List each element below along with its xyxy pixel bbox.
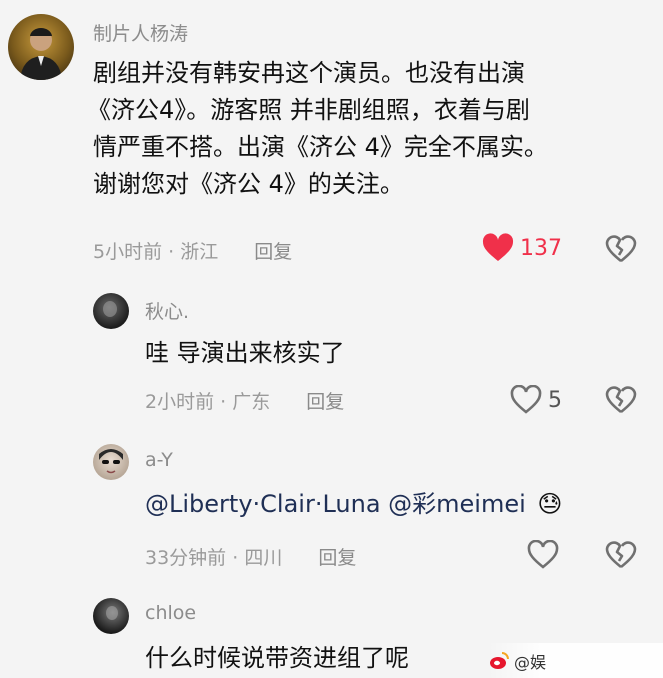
- watermark: @娱: [488, 643, 663, 678]
- avatar[interactable]: [93, 598, 129, 634]
- mention-link[interactable]: @Liberty·Clair·Luna @彩meimei: [145, 490, 526, 518]
- broken-heart-icon: [605, 386, 637, 414]
- heart-outline-icon: [527, 540, 559, 569]
- comment-time: 2小时前: [145, 391, 215, 413]
- username[interactable]: a-Y: [145, 449, 173, 471]
- comment-location: 四川: [244, 547, 283, 569]
- comment-time: 33分钟前: [145, 547, 227, 569]
- heart-outline-icon: [510, 385, 542, 414]
- reply-button[interactable]: 回复: [306, 391, 344, 413]
- comment-location: 广东: [232, 391, 271, 413]
- comment-text: 剧组并没有韩安冉这个演员。也没有出演 《济公4》。游客照 并非剧组照，衣着与剧 …: [87, 55, 653, 203]
- comment-line: 《济公4》。游客照 并非剧组照，衣着与剧: [87, 96, 530, 124]
- like-count: 137: [520, 235, 562, 261]
- person-in-suit-icon: [20, 27, 62, 80]
- comment-time: 5小时前: [93, 241, 163, 263]
- dislike-button[interactable]: [605, 385, 637, 419]
- like-button[interactable]: [527, 540, 559, 570]
- like-button[interactable]: 5: [510, 385, 562, 415]
- like-count: 5: [548, 387, 562, 413]
- username[interactable]: 秋心.: [145, 297, 189, 324]
- broken-heart-icon: [605, 541, 637, 569]
- reply-button[interactable]: 回复: [254, 241, 292, 263]
- sunglasses-portrait-icon: [99, 449, 123, 474]
- username[interactable]: chloe: [145, 602, 196, 624]
- heart-filled-icon: [482, 233, 514, 261]
- comment-text: 哇 导演出来核实了: [145, 339, 345, 367]
- comment-line: 情严重不搭。出演《济公 4》完全不属实。: [93, 133, 548, 161]
- avatar[interactable]: [93, 293, 129, 329]
- comment-item: 秋心. 哇 导演出来核实了 2小时前 · 广东 回复 5: [0, 280, 663, 430]
- reply-button[interactable]: 回复: [318, 547, 356, 569]
- avatar[interactable]: [93, 444, 129, 480]
- dislike-button[interactable]: [605, 234, 637, 268]
- username[interactable]: 制片人杨涛: [93, 19, 188, 46]
- comment-text: 什么时候说带资进组了呢: [145, 644, 409, 672]
- dark-portrait-icon: [106, 606, 118, 620]
- broken-heart-icon: [605, 235, 637, 263]
- comment-text: @Liberty·Clair·Luna @彩meimei 😓: [145, 486, 562, 523]
- avatar[interactable]: [8, 14, 74, 80]
- watermark-text: @娱: [514, 652, 547, 672]
- comment-line: 谢谢您对《济公 4》的关注。: [93, 170, 404, 198]
- comment-meta: 33分钟前 · 四川 回复: [145, 547, 357, 569]
- comment-location: 浙江: [180, 241, 219, 263]
- comment-item: 制片人杨涛 剧组并没有韩安冉这个演员。也没有出演 《济公4》。游客照 并非剧组照…: [0, 0, 663, 280]
- dark-portrait-icon: [103, 301, 117, 317]
- weibo-logo-icon: [490, 651, 509, 669]
- sweat-emoji-icon: 😓: [537, 490, 563, 518]
- comment-item: a-Y @Liberty·Clair·Luna @彩meimei 😓 33分钟前…: [0, 430, 663, 590]
- like-button[interactable]: 137: [482, 233, 562, 263]
- comment-line: 剧组并没有韩安冉这个演员。也没有出演: [93, 59, 525, 87]
- comment-meta: 5小时前 · 浙江 回复: [93, 241, 293, 263]
- dislike-button[interactable]: [605, 540, 637, 574]
- comment-meta: 2小时前 · 广东 回复: [145, 391, 345, 413]
